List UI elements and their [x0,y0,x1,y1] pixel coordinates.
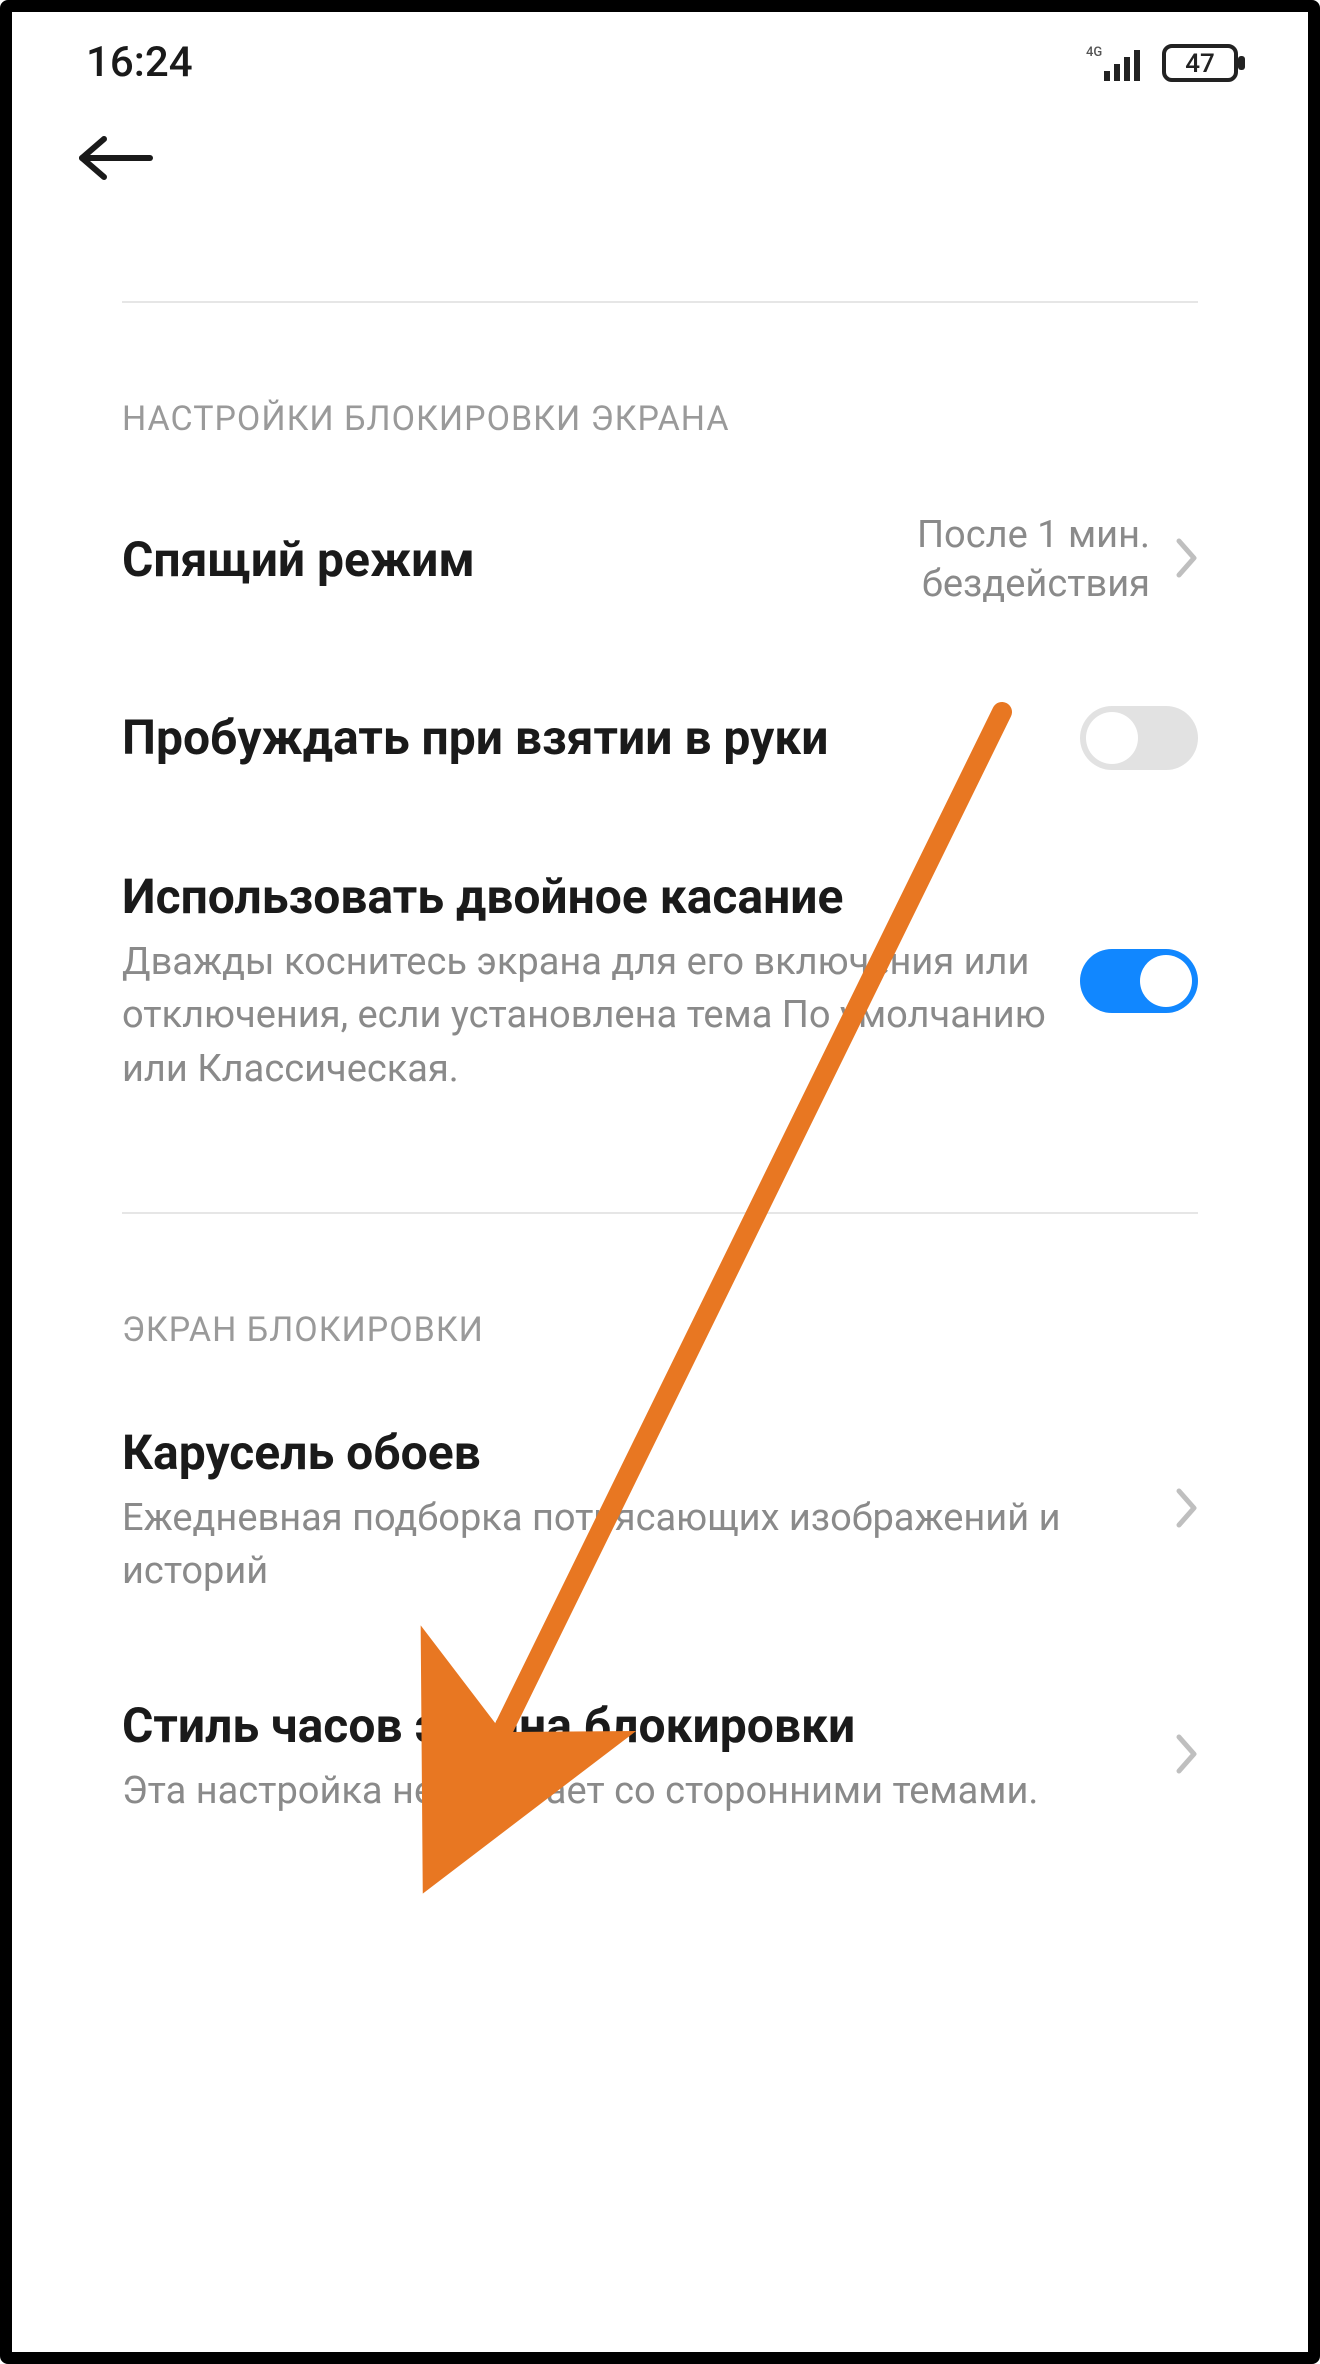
row-sleep-mode-value: После 1 мин. бездействия [917,511,1150,610]
back-button[interactable] [72,131,1248,189]
status-bar: 16:24 4G 47 [12,12,1308,97]
row-wallpaper-carousel-text: Карусель обоев Ежедневная подборка потря… [122,1422,1156,1599]
row-clock-style[interactable]: Стиль часов экрана блокировки Эта настро… [122,1647,1198,1867]
battery-percent-text: 47 [1185,49,1215,79]
row-wallpaper-carousel[interactable]: Карусель обоев Ежедневная подборка потря… [122,1374,1198,1647]
network-indicator: 4G [1086,43,1146,83]
row-raise-to-wake[interactable]: Пробуждать при взятии в руки [122,658,1198,818]
row-sleep-mode-title: Спящий режим [122,529,897,591]
chevron-right-icon [1176,1488,1198,1532]
section-header-lock-screen: ЭКРАН БЛОКИРОВКИ [122,1214,1198,1374]
screen-frame: 16:24 4G 47 [0,0,1320,2364]
row-double-tap-desc: Дважды коснитесь экрана для его включени… [122,936,1060,1096]
status-right: 4G 47 [1086,42,1248,84]
chevron-right-icon [1176,538,1198,582]
section-header-lock-settings: НАСТРОЙКИ БЛОКИРОВКИ ЭКРАНА [122,303,1198,463]
chevron-right-icon [1176,1734,1198,1778]
row-sleep-mode-text: Спящий режим [122,529,897,591]
row-wallpaper-carousel-desc: Ежедневная подборка потрясающих изображе… [122,1492,1156,1598]
switch-knob [1086,712,1138,764]
row-sleep-mode-right: После 1 мин. бездействия [917,511,1198,610]
row-double-tap-title: Использовать двойное касание [122,866,1060,928]
row-wallpaper-carousel-title: Карусель обоев [122,1422,1156,1484]
switch-double-tap[interactable] [1080,949,1198,1013]
row-clock-style-title: Стиль часов экрана блокировки [122,1695,1156,1757]
switch-raise-to-wake[interactable] [1080,706,1198,770]
row-clock-style-text: Стиль часов экрана блокировки Эта настро… [122,1695,1156,1819]
toolbar [12,97,1308,229]
svg-text:4G: 4G [1086,45,1102,60]
row-double-tap-text: Использовать двойное касание Дважды косн… [122,866,1060,1096]
row-sleep-mode[interactable]: Спящий режим После 1 мин. бездействия [122,463,1198,658]
switch-knob [1140,955,1192,1007]
arrow-left-icon [72,131,156,185]
battery-indicator: 47 [1162,42,1248,84]
row-raise-to-wake-text: Пробуждать при взятии в руки [122,707,1060,769]
status-time: 16:24 [86,38,193,87]
row-clock-style-desc: Эта настройка не работает со сторонними … [122,1765,1156,1818]
settings-content: НАСТРОЙКИ БЛОКИРОВКИ ЭКРАНА Спящий режим… [12,303,1308,1866]
row-double-tap[interactable]: Использовать двойное касание Дважды косн… [122,818,1198,1144]
row-raise-to-wake-title: Пробуждать при взятии в руки [122,707,1060,769]
